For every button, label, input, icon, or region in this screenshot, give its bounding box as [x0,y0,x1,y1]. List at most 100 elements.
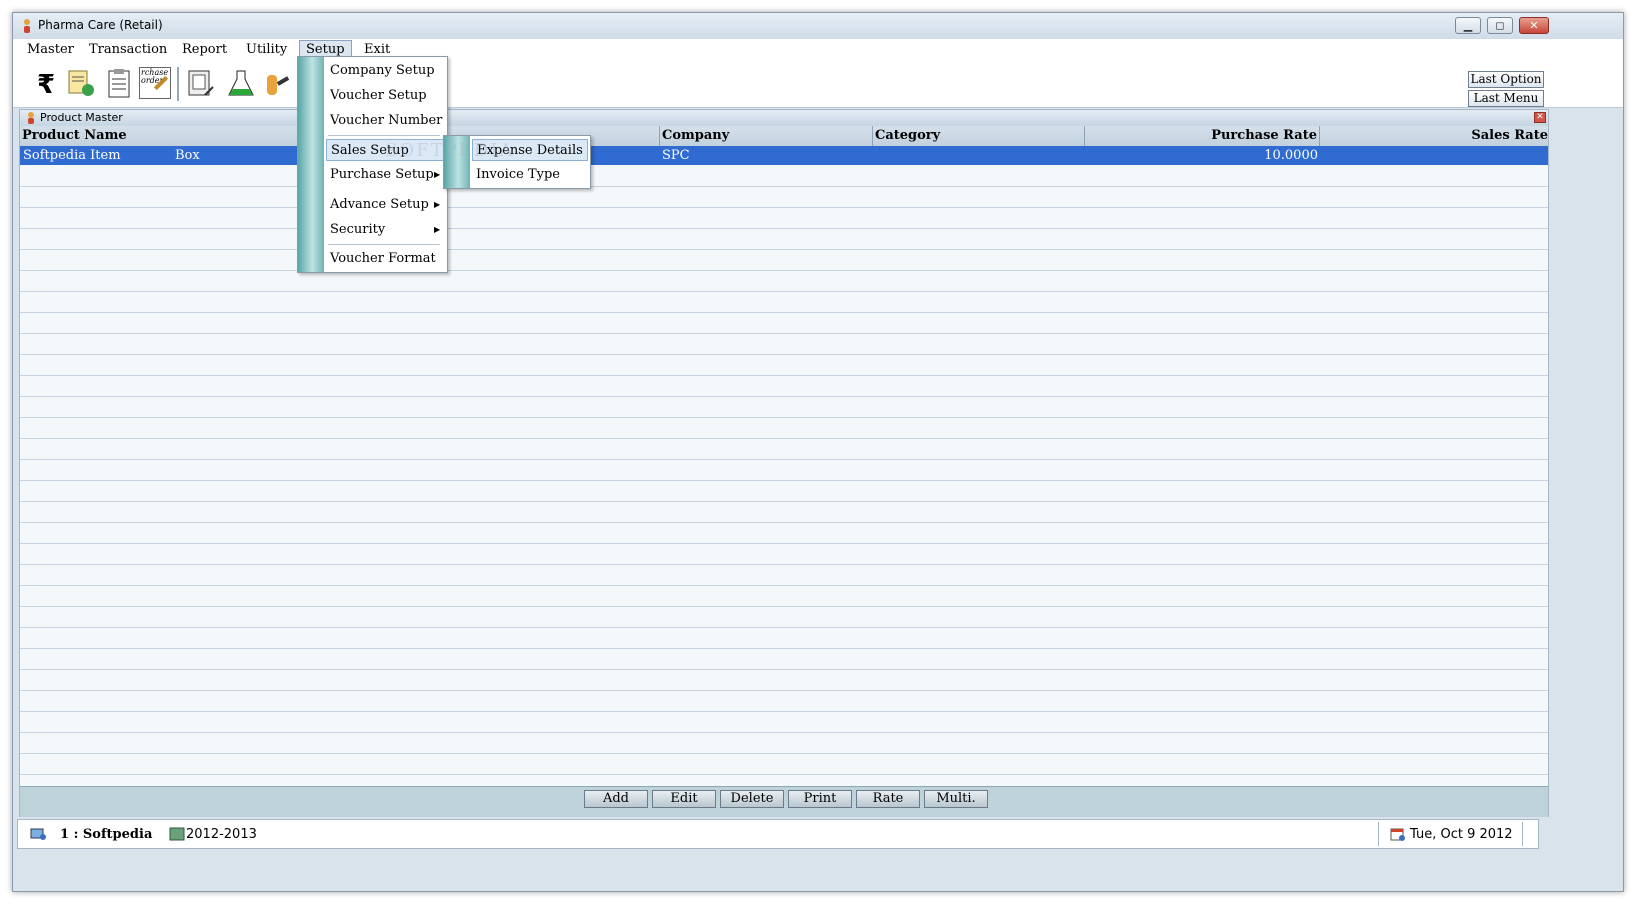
menu-advance-setup[interactable]: Advance Setup [326,194,444,216]
menu-expense-details[interactable]: Expense Details [472,139,588,161]
grid-row-line [20,774,1548,775]
ledger-icon[interactable] [185,67,217,99]
svg-text:₹: ₹ [37,70,55,99]
grid-row-line [20,375,1548,376]
cell-product-name: Softpedia Item [23,148,121,163]
grid-row-line [20,312,1548,313]
status-company: 1 : Softpedia [60,827,153,842]
child-title: Product Master [40,111,123,124]
chevron-right-icon: ▶ [434,170,441,179]
menu-master[interactable]: Master [21,41,80,59]
rupee-icon[interactable]: ₹ [29,67,61,99]
sales-setup-submenu: Expense Details Invoice Type [443,135,591,189]
status-year: 2012-2013 [186,827,257,842]
grid-row-line [20,249,1548,250]
calendar-icon [1390,828,1405,841]
product-grid: Softpedia Item Box SPC 10.0000 [20,146,1548,786]
menu-security[interactable]: Security [326,219,444,241]
status-divider-end [1522,822,1523,846]
grid-header: Product Name Company Category Purchase R… [20,126,1548,146]
menu-transaction[interactable]: Transaction [83,41,173,59]
invoice-icon[interactable] [65,67,97,99]
menu-voucher-number[interactable]: Voucher Number [326,110,444,132]
title-bar: Pharma Care (Retail) ▁ ◻ ✕ [13,13,1623,39]
child-close-button[interactable]: ✕ [1534,112,1546,123]
grid-row-line [20,669,1548,670]
col-purchase-rate[interactable]: Purchase Rate [1085,126,1320,146]
grid-row-line [20,438,1548,439]
product-icon [28,112,34,124]
grid-row-line [20,627,1548,628]
status-date: Tue, Oct 9 2012 [1410,827,1513,842]
table-row[interactable]: Softpedia Item Box SPC 10.0000 [20,146,1548,165]
medicine-icon[interactable] [261,67,293,99]
grid-row-line [20,753,1548,754]
menu-strip [298,57,324,272]
grid-row-line [20,396,1548,397]
add-button[interactable]: Add [584,790,648,808]
multi-button[interactable]: Multi. [924,790,988,808]
menu-company-setup[interactable]: Company Setup [326,60,444,82]
purchase-order-icon[interactable]: rchase order [139,67,171,99]
edit-button[interactable]: Edit [652,790,716,808]
grid-row-line [20,711,1548,712]
last-option-button[interactable]: Last Option [1468,71,1544,88]
grid-row-line [20,564,1548,565]
grid-row-line [20,501,1548,502]
menu-separator [328,244,440,245]
menu-purchase-setup[interactable]: Purchase Setup [326,164,444,186]
app-window: Pharma Care (Retail) ▁ ◻ ✕ Master Transa… [12,12,1624,892]
delete-button[interactable]: Delete [720,790,784,808]
cell-unit: Box [175,148,200,163]
grid-row-line [20,522,1548,523]
menu-utility[interactable]: Utility [240,41,293,59]
grid-row-line [20,732,1548,733]
grid-row-line [20,186,1548,187]
col-sales-rate[interactable]: Sales Rate [1320,126,1550,146]
toolbar: ₹ rchase order Last Option Last Menu [13,61,1623,108]
window-title: Pharma Care (Retail) [38,18,163,32]
menu-report[interactable]: Report [176,41,233,59]
submenu-strip [444,136,470,188]
cell-purchase-rate: 10.0000 [1264,148,1318,163]
rate-button[interactable]: Rate [856,790,920,808]
menu-voucher-format[interactable]: Voucher Format [326,248,444,270]
child-title-bar: Product Master ✕ [20,110,1548,126]
grid-row-line [20,648,1548,649]
status-divider [1378,822,1379,846]
chevron-right-icon: ▶ [434,200,441,209]
action-bar: Add Edit Delete Print Rate Multi. [20,786,1548,817]
grid-row-line [20,228,1548,229]
maximize-button[interactable]: ◻ [1487,17,1513,34]
menu-voucher-setup[interactable]: Voucher Setup [326,85,444,107]
setup-dropdown: Company Setup Voucher Setup Voucher Numb… [297,56,448,273]
app-icon [24,19,30,33]
menu-bar: Master Transaction Report Utility Setup … [13,39,1623,61]
menu-separator [328,135,440,136]
grid-row-line [20,291,1548,292]
flask-icon[interactable] [225,67,257,99]
col-category[interactable]: Category [873,126,1085,146]
grid-row-line [20,333,1548,334]
grid-row-line [20,606,1548,607]
menu-sales-setup[interactable]: Sales Setup [326,139,444,161]
close-button[interactable]: ✕ [1519,17,1549,34]
grid-row-line [20,354,1548,355]
grid-row-line [20,270,1548,271]
clipboard-icon[interactable] [103,67,135,99]
menu-invoice-type[interactable]: Invoice Type [472,164,588,186]
calendar-book-icon [169,827,185,841]
grid-row-line [20,459,1548,460]
product-master-window: Product Master ✕ Product Name Company Ca… [19,109,1549,817]
toolbar-separator [177,67,179,101]
chevron-right-icon: ▶ [434,225,441,234]
cell-company: SPC [662,148,690,163]
minimize-button[interactable]: ▁ [1455,17,1481,34]
col-company[interactable]: Company [660,126,873,146]
print-button[interactable]: Print [788,790,852,808]
status-bar: 1 : Softpedia 2012-2013 Tue, Oct 9 2012 [17,819,1539,849]
last-menu-button[interactable]: Last Menu [1468,90,1544,107]
grid-row-line [20,543,1548,544]
grid-row-line [20,585,1548,586]
user-icon [30,828,46,840]
